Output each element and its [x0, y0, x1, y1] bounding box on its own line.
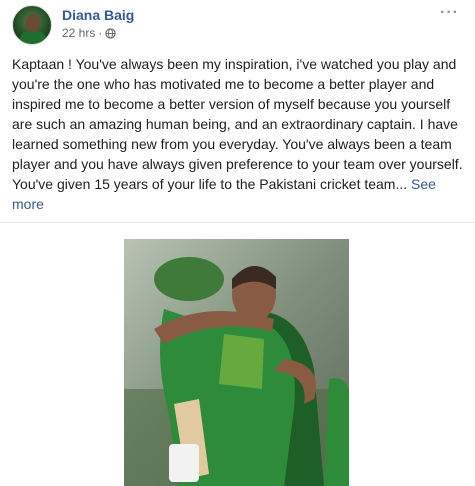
post-image-container — [0, 223, 475, 486]
timestamp[interactable]: 22 hrs — [62, 26, 95, 40]
post-meta: 22 hrs · — [62, 26, 116, 40]
avatar-body-shape — [19, 30, 47, 44]
post-photo[interactable] — [124, 239, 349, 486]
post-header: Diana Baig 22 hrs · ··· — [0, 0, 475, 48]
batting-glove — [169, 444, 199, 482]
more-options-icon[interactable]: ··· — [440, 5, 459, 21]
globe-icon[interactable] — [105, 27, 116, 39]
photo-illustration — [124, 239, 349, 486]
player-hat — [154, 257, 224, 301]
author-name[interactable]: Diana Baig — [62, 7, 134, 23]
avatar[interactable] — [12, 5, 52, 45]
avatar-face-shape — [26, 14, 40, 32]
meta-separator: · — [98, 26, 103, 40]
post-body: Kaptaan ! You've always been my inspirat… — [12, 56, 463, 192]
post-text: Kaptaan ! You've always been my inspirat… — [12, 54, 467, 214]
